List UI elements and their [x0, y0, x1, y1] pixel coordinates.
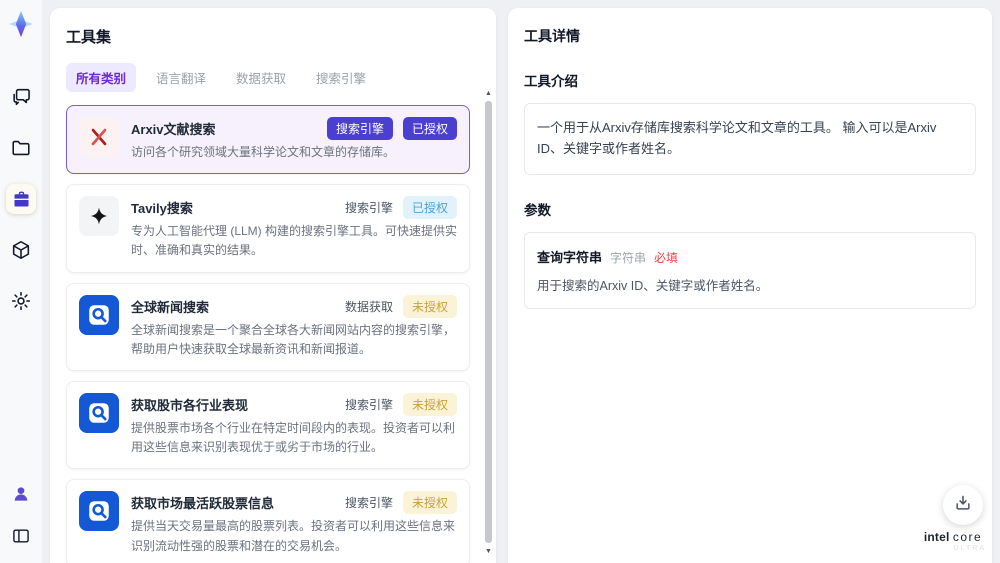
tool-status-badge: 未授权	[402, 491, 457, 515]
tool-card[interactable]: 获取股市各行业表现 提供股票市场各个行业在特定时间段内的表现。投资者可以利用这些…	[66, 380, 470, 470]
intro-heading: 工具介绍	[524, 74, 578, 89]
blue-search-icon	[79, 491, 119, 532]
intro-text: 一个用于从Arxiv存储库搜索科学论文和文章的工具。 输入可以是Arxiv ID…	[537, 120, 937, 156]
tool-category-badge: 搜索引擎	[326, 117, 393, 140]
tool-badges: 搜索引擎 已授权	[344, 196, 457, 220]
param-name: 查询字符串	[537, 249, 603, 265]
tab-all-categories[interactable]: 所有类别	[66, 63, 137, 92]
tab-search-engine[interactable]: 搜索引擎	[306, 63, 376, 92]
intro-box: 一个用于从Arxiv存储库搜索科学论文和文章的工具。 输入可以是Arxiv ID…	[524, 103, 976, 175]
tool-status-badge: 未授权	[402, 392, 457, 416]
category-tabs: 所有类别 语言翻译 数据获取 搜索引擎	[66, 63, 482, 92]
sparkle-icon	[79, 196, 119, 237]
ultra-brand-text: ULTRA	[953, 545, 986, 553]
tool-description: 提供股票市场各个行业在特定时间段内的表现。投资者可以利用这些信息来识别表现优于或…	[131, 420, 456, 455]
tool-description: 全球新闻搜索是一个聚合全球各大新闻网站内容的搜索引擎，帮助用户快速获取全球最新资…	[131, 322, 456, 356]
scrollbar[interactable]: ▲ ▼	[484, 88, 493, 563]
tool-badges: 数据获取 未授权	[344, 294, 457, 318]
tool-category-badge: 搜索引擎	[344, 496, 393, 511]
tool-category-badge: 搜索引擎	[344, 397, 393, 412]
toolbox-icon[interactable]	[6, 184, 36, 214]
scroll-up-icon[interactable]: ▲	[484, 90, 493, 97]
settings-icon[interactable]	[6, 286, 36, 316]
left-rail	[0, 0, 42, 563]
tool-description: 访问各个研究领域大量科学论文和文章的存储库。	[131, 145, 396, 159]
tool-status-badge: 未授权	[402, 294, 457, 318]
tool-card[interactable]: 全球新闻搜索 全球新闻搜索是一个聚合全球各大新闻网站内容的搜索引擎，帮助用户快速…	[66, 282, 470, 371]
tool-card[interactable]: 获取市场最活跃股票信息 提供当天交易量最高的股票列表。投资者可以利用这些信息来识…	[66, 479, 470, 563]
scrollbar-thumb[interactable]	[485, 101, 492, 543]
tool-badges: 搜索引擎 未授权	[344, 491, 457, 515]
blue-search-icon	[79, 392, 119, 433]
tool-badges: 搜索引擎 未授权	[344, 392, 457, 416]
arxiv-logo-icon	[79, 117, 119, 157]
param-required-badge: 必填	[654, 250, 679, 265]
cube-icon[interactable]	[6, 235, 36, 265]
tab-data-fetching[interactable]: 数据获取	[226, 63, 296, 92]
param-type: 字符串	[610, 250, 647, 265]
page-title: 工具集	[66, 29, 112, 46]
tool-badges: 搜索引擎 已授权	[326, 117, 457, 140]
tool-description: 专为人工智能代理 (LLM) 构建的搜索引擎工具。可快速提供实时、准确和真实的结…	[131, 224, 458, 258]
tab-language-translation[interactable]: 语言翻译	[146, 63, 216, 92]
intel-core-logo: intel core ULTRA	[920, 531, 986, 553]
folder-icon[interactable]	[6, 133, 36, 163]
tool-category-badge: 搜索引擎	[344, 201, 393, 216]
core-brand-text: core	[952, 530, 983, 545]
tool-detail-panel: 工具详情 工具介绍 一个用于从Arxiv存储库搜索科学论文和文章的工具。 输入可…	[508, 8, 992, 563]
tool-category-badge: 数据获取	[344, 299, 393, 314]
download-icon	[953, 493, 973, 518]
download-button[interactable]	[943, 485, 983, 525]
tool-card[interactable]: Tavily搜索 专为人工智能代理 (LLM) 构建的搜索引擎工具。可快速提供实…	[66, 184, 470, 273]
tool-status-badge: 已授权	[402, 117, 457, 140]
app-logo-icon	[5, 8, 37, 40]
tool-description: 提供当天交易量最高的股票列表。投资者可以利用这些信息来识别流动性强的股票和潜在的…	[131, 519, 456, 553]
chat-icon[interactable]	[6, 82, 36, 112]
tool-list-panel: 工具集 所有类别 语言翻译 数据获取 搜索引擎 Arxiv文献搜索 访问各个研究…	[50, 8, 496, 563]
scroll-down-icon[interactable]: ▼	[484, 548, 493, 555]
parameter-box: 查询字符串 字符串 必填 用于搜索的Arxiv ID、关键字或作者姓名。	[524, 231, 976, 309]
params-heading: 参数	[524, 202, 551, 218]
tool-card[interactable]: Arxiv文献搜索 访问各个研究领域大量科学论文和文章的存储库。 搜索引擎 已授…	[66, 105, 470, 175]
tool-list: Arxiv文献搜索 访问各个研究领域大量科学论文和文章的存储库。 搜索引擎 已授…	[66, 105, 482, 563]
tool-status-badge: 已授权	[402, 196, 457, 220]
intel-brand-text: intel	[923, 530, 950, 545]
user-avatar-icon[interactable]	[6, 479, 36, 509]
param-description: 用于搜索的Arxiv ID、关键字或作者姓名。	[537, 278, 769, 293]
blue-search-icon	[79, 294, 119, 335]
panel-toggle-icon[interactable]	[6, 521, 36, 551]
detail-title: 工具详情	[524, 28, 580, 44]
